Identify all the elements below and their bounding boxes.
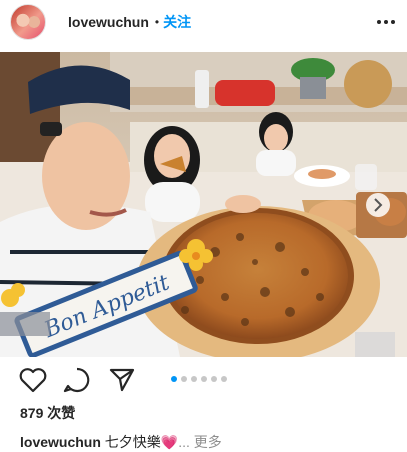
carousel-dot [171,376,177,382]
post-username[interactable]: lovewuchun [68,14,149,30]
carousel-dot [221,376,227,382]
caption-more-link[interactable]: ... 更多 [178,434,222,450]
pink-heart-emoji: 💗 [160,434,179,450]
profile-avatar[interactable] [10,4,46,40]
chevron-right-icon[interactable] [366,193,390,217]
comment-icon[interactable] [63,367,91,393]
post-header: lovewuchun • 关注 [0,0,407,44]
carousel-dot [181,376,187,382]
carousel-dot [191,376,197,382]
likes-count[interactable]: 879 次赞 [20,403,75,423]
caption-username[interactable]: lovewuchun [20,434,101,450]
more-options-icon[interactable] [377,20,395,24]
heart-icon[interactable] [19,367,47,393]
separator-dot: • [154,15,160,29]
carousel-dot [211,376,217,382]
caption: lovewuchun 七夕快樂💗... 更多 [20,432,222,452]
action-bar [0,364,407,398]
caption-text: 七夕快樂 [104,434,161,450]
follow-button[interactable]: 关注 [163,12,191,32]
share-icon[interactable] [108,367,136,393]
carousel-indicator [171,376,227,382]
post-photo[interactable]: Bon Appetit [0,52,407,357]
carousel-dot [201,376,207,382]
